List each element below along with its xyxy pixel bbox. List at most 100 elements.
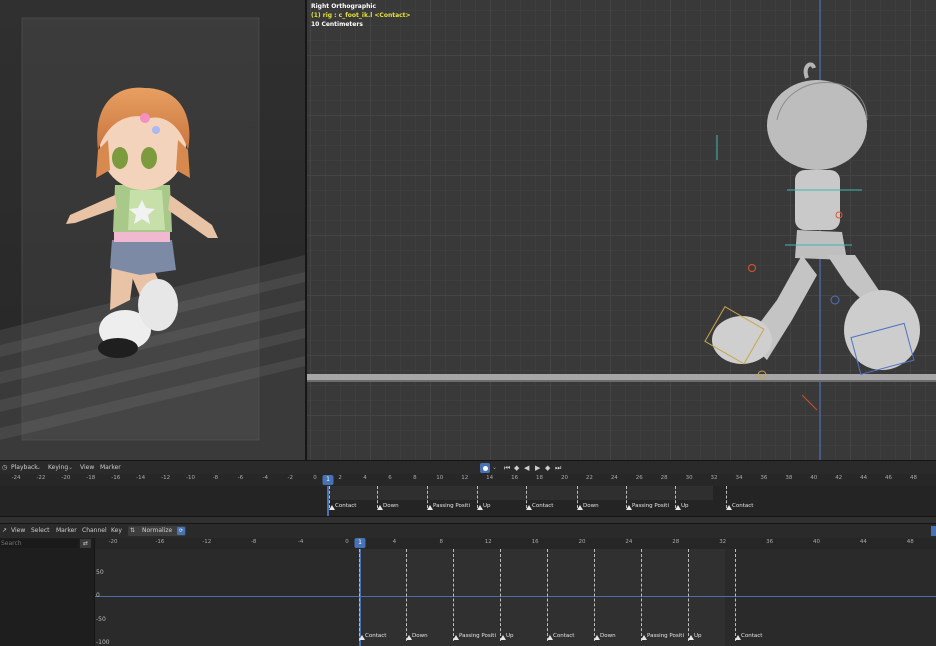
- y-label: 0: [96, 592, 100, 599]
- marker-line: [641, 549, 642, 641]
- keyframe-range: [328, 486, 713, 500]
- chevron-down-icon[interactable]: ⌄: [36, 462, 41, 474]
- graph-marker[interactable]: Down: [594, 633, 616, 640]
- chevron-down-icon[interactable]: ⌄: [492, 462, 497, 474]
- graph-marker[interactable]: Up: [688, 633, 702, 640]
- menu-view[interactable]: View: [11, 525, 25, 537]
- timeline-marker[interactable]: Down: [377, 503, 399, 510]
- refresh-icon[interactable]: ⟳: [177, 527, 185, 535]
- timeline-marker[interactable]: Up: [675, 503, 689, 510]
- menu-channel[interactable]: Channel: [82, 525, 107, 537]
- y-label: -50: [96, 616, 106, 623]
- frame-tick: 20: [560, 475, 568, 481]
- frame-tick: -2: [287, 475, 293, 481]
- frame-tick: -8: [250, 539, 257, 545]
- graph-marker[interactable]: Contact: [734, 633, 762, 640]
- frame-tick: 0: [345, 539, 349, 545]
- timeline-marker[interactable]: Contact: [525, 503, 553, 510]
- timeline-marker[interactable]: Up: [477, 503, 491, 510]
- normalize-toggle[interactable]: ⇅ Normalize ⟳: [128, 526, 186, 536]
- frame-tick: 48: [906, 539, 914, 545]
- frame-tick: 6: [388, 475, 392, 481]
- frame-tick: 42: [835, 475, 843, 481]
- graph-marker[interactable]: Down: [406, 633, 428, 640]
- graph-marker[interactable]: Up: [500, 633, 514, 640]
- active-object-label: (1) rig : c_foot_ik.l <Contact>: [311, 12, 411, 19]
- frame-tick: 44: [860, 475, 868, 481]
- view-name: Right Orthographic: [311, 3, 377, 10]
- menu-keying[interactable]: Keying: [48, 462, 68, 474]
- graph-marker[interactable]: Passing Positi: [641, 633, 684, 640]
- frame-tick: 30: [685, 475, 693, 481]
- timeline-marker[interactable]: Down: [577, 503, 599, 510]
- frame-tick: 16: [511, 475, 519, 481]
- timeline-body[interactable]: Contact Down Passing Positi Up Contact Down Pa…: [0, 486, 936, 516]
- frame-tick: 32: [719, 539, 727, 545]
- editor-type-icon[interactable]: ◷: [2, 462, 7, 474]
- timeline-marker[interactable]: Contact: [328, 503, 356, 510]
- menu-playback[interactable]: Playback: [11, 462, 38, 474]
- editor-type-icon[interactable]: ↗: [2, 525, 7, 537]
- frame-tick: -14: [136, 475, 146, 481]
- marker-line: [406, 549, 407, 641]
- frame-tick: 8: [439, 539, 444, 545]
- menu-marker[interactable]: Marker: [100, 462, 121, 474]
- timeline-header: ◷ Playback ⌄ Keying ⌄ View Marker ⌄ ⏮ ◆ …: [0, 460, 936, 474]
- menu-marker[interactable]: Marker: [56, 525, 77, 537]
- timeline-marker[interactable]: Contact: [725, 503, 753, 510]
- marker-line: [500, 549, 501, 641]
- play-icon[interactable]: ▶: [535, 462, 540, 474]
- frame-tick: -22: [36, 475, 46, 481]
- graph-editor-header: ↗ View Select Marker Channel Key ⇅ Norma…: [0, 524, 936, 538]
- chevron-down-icon[interactable]: ⌄: [68, 462, 73, 474]
- frame-tick: -4: [262, 475, 269, 481]
- frame-tick: 24: [610, 475, 618, 481]
- rig-render: [307, 0, 936, 460]
- frame-tick: 12: [461, 475, 469, 481]
- jump-end-icon[interactable]: ⏭: [555, 462, 561, 474]
- menu-key[interactable]: Key: [111, 525, 122, 537]
- current-frame-indicator[interactable]: 1: [354, 538, 366, 548]
- area-splitter[interactable]: [0, 516, 936, 524]
- perspective-viewport[interactable]: [0, 0, 305, 460]
- orthographic-viewport[interactable]: Right Orthographic (1) rig : c_foot_ik.l…: [307, 0, 936, 460]
- frame-tick: -12: [202, 539, 212, 545]
- frame-tick: -16: [155, 539, 165, 545]
- timeline-ruler[interactable]: -24 -22 -20 -18 -16 -14 -12 -10 -8 -6 -4 -2 2 4 6 8 10 12…: [0, 474, 936, 486]
- timeline-marker[interactable]: Passing Positi: [427, 503, 470, 510]
- frame-tick: 22: [585, 475, 593, 481]
- marker-line: [735, 549, 736, 641]
- graph-ruler[interactable]: -20 -16 -12 -8 -4 0 4 8 12 16 20 24 28 32 36 40 44 48 1: [95, 538, 936, 549]
- frame-tick: 48: [909, 475, 917, 481]
- frame-tick: -16: [111, 475, 121, 481]
- swap-icon[interactable]: ⇄: [80, 539, 91, 548]
- next-keyframe-icon[interactable]: ◆: [545, 462, 550, 474]
- jump-start-icon[interactable]: ⏮: [504, 462, 510, 474]
- frame-tick: 36: [760, 475, 768, 481]
- header-edge-button[interactable]: [931, 526, 936, 536]
- frame-tick: 20: [578, 539, 586, 545]
- normalize-label: Normalize: [142, 527, 173, 534]
- frame-tick: 10: [436, 475, 444, 481]
- record-button[interactable]: [480, 463, 490, 473]
- graph-area[interactable]: Contact Down Passing Positi Up Contact Down Pa…: [95, 549, 936, 646]
- prev-keyframe-icon[interactable]: ◆: [514, 462, 519, 474]
- frame-tick: 40: [813, 539, 820, 545]
- frame-tick: 0: [313, 475, 317, 481]
- graph-marker[interactable]: Contact: [546, 633, 574, 640]
- channel-search-input[interactable]: [0, 539, 78, 548]
- marker-line: [594, 549, 595, 641]
- menu-view[interactable]: View: [80, 462, 94, 474]
- frame-tick: -10: [186, 475, 195, 481]
- play-reverse-icon[interactable]: ◀: [524, 462, 529, 474]
- graph-marker[interactable]: Contact: [358, 633, 386, 640]
- current-frame-indicator[interactable]: 1: [322, 475, 334, 485]
- frame-tick: 28: [672, 539, 680, 545]
- marker-line: [359, 549, 360, 641]
- frame-tick: -24: [11, 475, 21, 481]
- graph-marker[interactable]: Passing Positi: [453, 633, 496, 640]
- menu-select[interactable]: Select: [31, 525, 50, 537]
- frame-tick: 12: [484, 539, 492, 545]
- timeline-marker[interactable]: Passing Positi: [626, 503, 669, 510]
- frame-tick: 4: [363, 475, 367, 481]
